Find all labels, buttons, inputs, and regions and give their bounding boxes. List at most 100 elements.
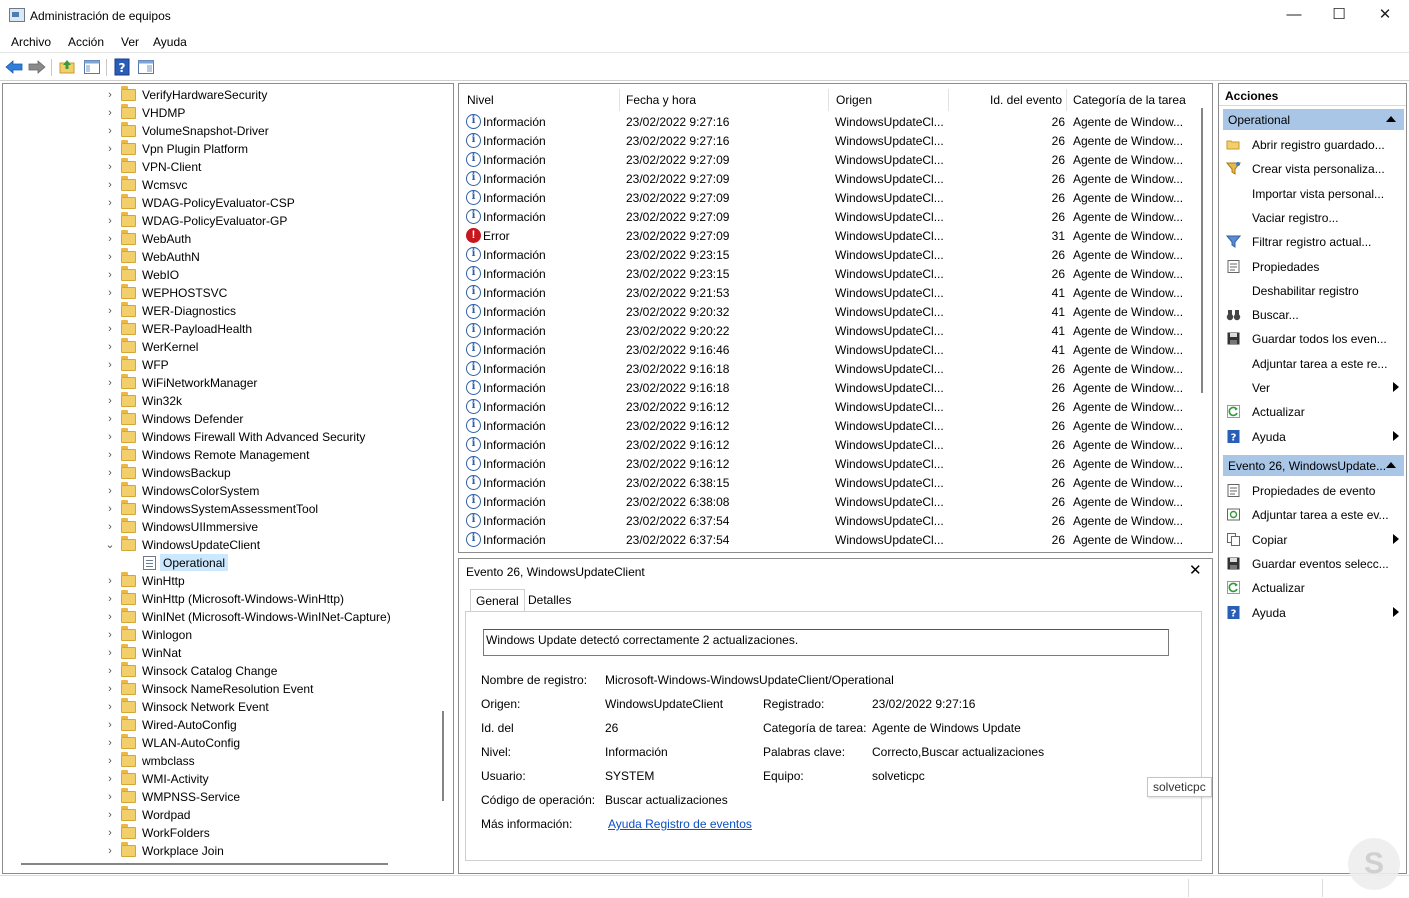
action-item[interactable]: Copiar <box>1223 529 1404 551</box>
action-item[interactable]: Adjuntar tarea a este re... <box>1223 353 1404 375</box>
event-row[interactable]: i Información 23/02/2022 9:20:32 WindowsUpd… <box>463 302 1198 321</box>
chevron-right-icon[interactable]: › <box>104 698 116 716</box>
chevron-right-icon[interactable]: › <box>104 158 116 176</box>
tree-item[interactable]: › Wired-AutoConfig <box>3 716 443 734</box>
event-row[interactable]: i Información 23/02/2022 9:27:09 WindowsUpd… <box>463 150 1198 169</box>
action-item[interactable]: ? Ayuda <box>1223 426 1404 448</box>
menu-archivo[interactable]: Archivo <box>11 35 51 49</box>
chevron-right-icon[interactable]: › <box>104 266 116 284</box>
event-message[interactable]: Windows Update detectó correctamente 2 a… <box>483 629 1169 656</box>
chevron-right-icon[interactable]: › <box>104 338 116 356</box>
chevron-right-icon[interactable]: › <box>104 392 116 410</box>
tree-item[interactable]: › WinHttp (Microsoft-Windows-WinHttp) <box>3 590 443 608</box>
event-row[interactable]: i Información 23/02/2022 9:27:16 WindowsUpd… <box>463 112 1198 131</box>
action-item[interactable]: Filtrar registro actual... <box>1223 231 1404 253</box>
event-row[interactable]: i Información 23/02/2022 9:16:12 WindowsUpd… <box>463 435 1198 454</box>
tree-item[interactable]: › WFP <box>3 356 443 374</box>
tree-item[interactable]: › WDAG-PolicyEvaluator-GP <box>3 212 443 230</box>
chevron-right-icon[interactable]: › <box>104 374 116 392</box>
event-row[interactable]: i Información 23/02/2022 9:16:18 WindowsUpd… <box>463 378 1198 397</box>
chevron-right-icon[interactable]: › <box>104 752 116 770</box>
chevron-right-icon[interactable]: › <box>104 428 116 446</box>
chevron-right-icon[interactable]: › <box>104 464 116 482</box>
actions-section-operational[interactable]: Operational <box>1223 109 1404 130</box>
event-row[interactable]: i Información 23/02/2022 6:37:54 WindowsUpd… <box>463 511 1198 530</box>
events-vertical-scrollbar[interactable] <box>1201 108 1203 393</box>
tree-item[interactable]: › VHDMP <box>3 104 443 122</box>
tree-item[interactable]: › WLAN-AutoConfig <box>3 734 443 752</box>
close-detail-button[interactable]: ✕ <box>1189 561 1202 579</box>
chevron-right-icon[interactable]: › <box>104 86 116 104</box>
tree-item[interactable]: › Win32k <box>3 392 443 410</box>
event-row[interactable]: i Información 23/02/2022 6:38:15 WindowsUpd… <box>463 473 1198 492</box>
chevron-right-icon[interactable]: › <box>104 500 116 518</box>
chevron-right-icon[interactable]: › <box>104 680 116 698</box>
minimize-button[interactable]: — <box>1271 0 1317 31</box>
column-header-nivel[interactable]: Nivel <box>467 93 494 107</box>
column-divider[interactable] <box>948 89 949 111</box>
show-hide-tree-icon[interactable] <box>83 58 101 76</box>
chevron-down-icon[interactable]: ⌄ <box>104 536 116 554</box>
tree-item[interactable]: › Wcmsvc <box>3 176 443 194</box>
tree-item[interactable]: › WindowsSystemAssessmentTool <box>3 500 443 518</box>
action-item[interactable]: Adjuntar tarea a este ev... <box>1223 504 1404 526</box>
event-row[interactable]: i Información 23/02/2022 9:23:15 WindowsUpd… <box>463 245 1198 264</box>
events-list[interactable]: Nivel Fecha y hora Origen Id. del evento… <box>458 83 1213 553</box>
chevron-right-icon[interactable]: › <box>104 608 116 626</box>
tree-item[interactable]: › WebAuth <box>3 230 443 248</box>
action-item[interactable]: Actualizar <box>1223 401 1404 423</box>
tree-item[interactable]: › WER-Diagnostics <box>3 302 443 320</box>
action-item[interactable]: Propiedades <box>1223 256 1404 278</box>
event-row[interactable]: i Información 23/02/2022 9:16:46 WindowsUpd… <box>463 340 1198 359</box>
action-item[interactable]: Crear vista personaliza... <box>1223 158 1404 180</box>
tree-item[interactable]: › WindowsUIImmersive <box>3 518 443 536</box>
action-item[interactable]: Buscar... <box>1223 304 1404 326</box>
tree-item[interactable]: › VerifyHardwareSecurity <box>3 86 443 104</box>
tree-item[interactable]: ⌄ WindowsUpdateClient <box>3 536 443 554</box>
chevron-right-icon[interactable]: › <box>104 410 116 428</box>
action-item[interactable]: Ver <box>1223 377 1404 399</box>
column-header-id[interactable]: Id. del evento <box>990 93 1062 107</box>
help-icon[interactable]: ? <box>113 58 131 76</box>
event-row[interactable]: i Información 23/02/2022 9:27:16 WindowsUpd… <box>463 131 1198 150</box>
event-row[interactable]: i Información 23/02/2022 9:16:12 WindowsUpd… <box>463 397 1198 416</box>
tree-item[interactable]: › Windows Remote Management <box>3 446 443 464</box>
tree-item[interactable]: › Wordpad <box>3 806 443 824</box>
console-tree[interactable]: › VerifyHardwareSecurity › VHDMP › VolumeSnap… <box>2 83 454 874</box>
forward-arrow-icon[interactable] <box>28 58 46 76</box>
close-button[interactable]: ✕ <box>1362 0 1408 31</box>
event-row[interactable]: i Información 23/02/2022 9:16:12 WindowsUpd… <box>463 416 1198 435</box>
action-item[interactable]: Guardar eventos selecc... <box>1223 553 1404 575</box>
chevron-right-icon[interactable]: › <box>104 590 116 608</box>
tree-item[interactable]: › WinNat <box>3 644 443 662</box>
event-row[interactable]: i Información 23/02/2022 9:20:22 WindowsUpd… <box>463 321 1198 340</box>
chevron-right-icon[interactable]: › <box>104 248 116 266</box>
menu-ver[interactable]: Ver <box>121 35 139 49</box>
chevron-right-icon[interactable]: › <box>104 572 116 590</box>
tree-item[interactable]: › Workplace Join <box>3 842 443 860</box>
chevron-right-icon[interactable]: › <box>104 446 116 464</box>
action-item[interactable]: Propiedades de evento <box>1223 480 1404 502</box>
tree-item[interactable]: › WerKernel <box>3 338 443 356</box>
tree-item[interactable]: › Winsock Catalog Change <box>3 662 443 680</box>
chevron-right-icon[interactable]: › <box>104 518 116 536</box>
event-row[interactable]: i Información 23/02/2022 9:23:15 WindowsUpd… <box>463 264 1198 283</box>
chevron-right-icon[interactable]: › <box>104 482 116 500</box>
action-item[interactable]: Guardar todos los even... <box>1223 328 1404 350</box>
event-row[interactable]: i Información 23/02/2022 9:27:09 WindowsUpd… <box>463 207 1198 226</box>
tree-item[interactable]: › wmbclass <box>3 752 443 770</box>
maximize-button[interactable]: ☐ <box>1316 0 1362 31</box>
tab-detalles[interactable]: Detalles <box>523 589 576 612</box>
tree-item[interactable]: › WindowsBackup <box>3 464 443 482</box>
show-hide-action-pane-icon[interactable] <box>137 58 155 76</box>
chevron-right-icon[interactable]: › <box>104 356 116 374</box>
action-item[interactable]: ? Ayuda <box>1223 602 1404 624</box>
chevron-right-icon[interactable]: › <box>104 302 116 320</box>
action-item[interactable]: Deshabilitar registro <box>1223 280 1404 302</box>
action-item[interactable]: Actualizar <box>1223 577 1404 599</box>
chevron-right-icon[interactable]: › <box>104 212 116 230</box>
tree-item[interactable]: › Windows Firewall With Advanced Security <box>3 428 443 446</box>
tree-item[interactable]: › WMI-Activity <box>3 770 443 788</box>
chevron-right-icon[interactable]: › <box>104 104 116 122</box>
tree-item[interactable]: › WorkFolders <box>3 824 443 842</box>
